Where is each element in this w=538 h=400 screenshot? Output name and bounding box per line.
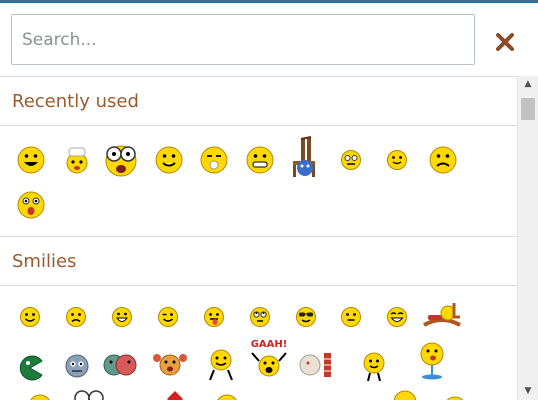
section-title-recently-used: Recently used: [12, 91, 139, 112]
smiley-walk[interactable]: [361, 351, 387, 383]
search-bar: [0, 3, 538, 76]
emoji-grin[interactable]: [16, 145, 46, 175]
section-title-smilies: Smilies: [12, 251, 77, 272]
smiley-partial-1[interactable]: [27, 393, 53, 400]
scroll-down-arrow-icon[interactable]: ▼: [518, 383, 538, 400]
smiley-sad[interactable]: [65, 306, 87, 328]
search-input[interactable]: [11, 14, 475, 65]
smiley-puddle[interactable]: [418, 341, 446, 383]
scroll-thumb[interactable]: [521, 98, 535, 120]
recently-used-header: Recently used: [0, 77, 517, 126]
emoji-yawn[interactable]: [199, 145, 229, 175]
smiley-kiss[interactable]: [103, 352, 137, 378]
gaah-label: GAAH!: [250, 339, 288, 350]
smiley-neutral[interactable]: [340, 306, 362, 328]
emoji-grimace[interactable]: [245, 145, 275, 175]
smiley-cheer[interactable]: [153, 350, 187, 378]
smiley-partial-5[interactable]: [392, 389, 418, 400]
scroll-up-arrow-icon[interactable]: ▲: [518, 76, 538, 93]
smiley-happy[interactable]: [19, 306, 41, 328]
close-button[interactable]: [494, 31, 516, 53]
emoji-smile[interactable]: [154, 145, 184, 175]
smiley-rolleyes[interactable]: [249, 306, 271, 328]
emoji-dizzy[interactable]: [340, 149, 362, 171]
smiley-partial-4[interactable]: [214, 393, 240, 400]
smiley-lounging[interactable]: [422, 301, 462, 329]
smilies-header: Smilies: [0, 237, 517, 286]
smiley-dance[interactable]: [206, 348, 236, 382]
smiley-biggrin[interactable]: [111, 306, 133, 328]
emoji-chair[interactable]: [287, 135, 323, 179]
close-icon: [496, 33, 514, 51]
smiley-robot[interactable]: [64, 353, 90, 379]
smiley-tongue[interactable]: [203, 306, 225, 328]
smiley-wink[interactable]: [157, 306, 179, 328]
smiley-laugh[interactable]: [386, 306, 408, 328]
emoji-surprised[interactable]: [16, 190, 46, 220]
emoji-sad[interactable]: [428, 145, 458, 175]
emoji-content[interactable]: [386, 149, 408, 171]
emoji-chef[interactable]: [62, 145, 92, 175]
emoji-panel: Recently used Smilies GAAH!: [0, 76, 517, 400]
emoji-shocked-glasses[interactable]: [102, 139, 140, 179]
smiley-cool[interactable]: [295, 306, 317, 328]
smiley-partial-3[interactable]: [162, 387, 188, 400]
smiley-gaah[interactable]: GAAH!: [248, 339, 290, 381]
smiley-pacman[interactable]: [17, 355, 43, 381]
smiley-partial-6[interactable]: [442, 395, 468, 400]
smiley-wall[interactable]: [298, 352, 332, 378]
vertical-scrollbar[interactable]: ▲ ▼: [517, 76, 538, 400]
smiley-partial-2[interactable]: [70, 388, 108, 400]
